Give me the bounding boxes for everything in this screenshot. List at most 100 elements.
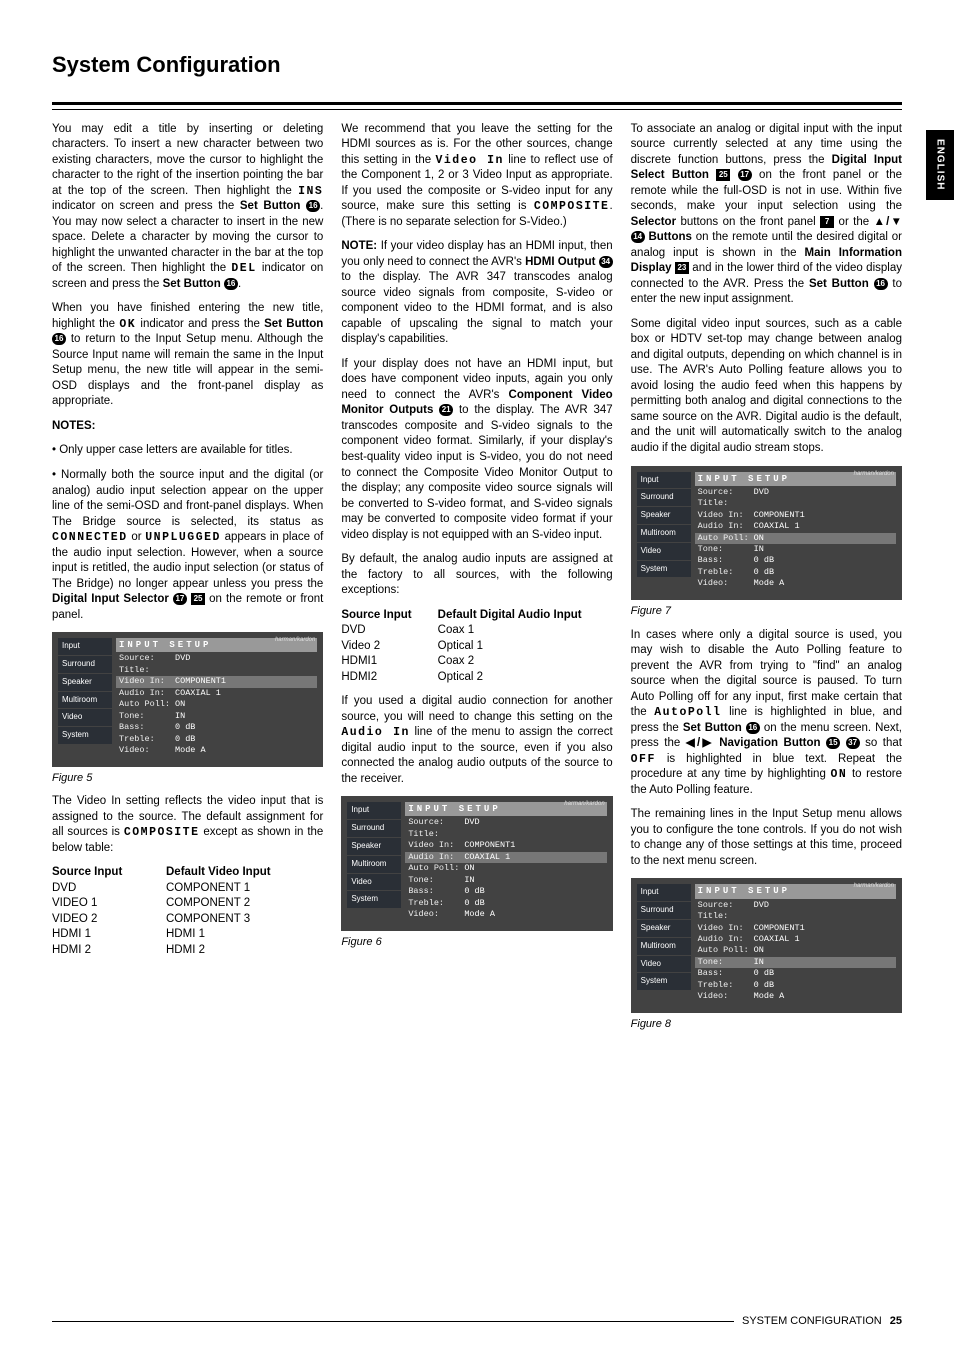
selector-buttons: Selector (631, 216, 676, 228)
osd-menu: InputSurroundSpeakerMultiroomVideoSystem (637, 884, 691, 1002)
osd-row: Auto Poll:ON (405, 863, 606, 874)
ref-16c-icon: 16 (52, 333, 66, 345)
osd-brand: harman/kardon (854, 470, 894, 478)
osd-menu-item: System (637, 973, 691, 990)
ref-16b-icon: 16 (224, 278, 238, 290)
figure-5: InputSurroundSpeakerMultiroomVideoSystem… (52, 632, 323, 766)
osd-row: Auto Poll:ON (695, 945, 896, 956)
nav-up-down-icon: ▲/▼ (874, 216, 902, 228)
c3-p1: To associate an analog or digital input … (631, 122, 902, 308)
osd-row: Title: (695, 498, 896, 509)
osd-menu-item: Video (58, 709, 112, 726)
osd-unplugged: UNPLUGGED (145, 531, 221, 544)
buttons-label: Buttons (648, 231, 691, 243)
osd-autopoll: AutoPoll (654, 706, 721, 719)
osd-row: Source:DVD (695, 487, 896, 498)
figure-7: InputSurroundSpeakerMultiroomVideoSystem… (631, 466, 902, 600)
osd-brand: harman/kardon (854, 882, 894, 890)
c3-p4: The remaining lines in the Input Setup m… (631, 807, 902, 869)
figure-6-caption: Figure 6 (341, 935, 612, 950)
footer-label: SYSTEM CONFIGURATION (742, 1314, 882, 1329)
osd-menu-item: Input (58, 638, 112, 655)
ref-21-icon: 21 (439, 404, 453, 416)
osd-menu-item: System (637, 561, 691, 578)
footer-rule (52, 1321, 734, 1322)
osd-row: Video In:COMPONENT1 (695, 510, 896, 521)
osd-menu-item: Video (637, 956, 691, 973)
hdmi-output: HDMI Output (525, 256, 595, 268)
osd-row: Title: (405, 829, 606, 840)
osd-row: Bass:0 dB (695, 555, 896, 566)
ref-14-icon: 14 (631, 231, 645, 243)
c1-p2: When you have finished entering the new … (52, 301, 323, 410)
ref-16e-icon: 16 (746, 722, 760, 734)
osd-menu-item: Surround (637, 489, 691, 506)
ref-15-icon: 15 (826, 737, 840, 749)
osd-row: Video In:COMPONENT1 (695, 923, 896, 934)
figure-8-caption: Figure 8 (631, 1017, 902, 1032)
osd-menu-item: Input (637, 884, 691, 901)
osd-row: Tone:IN (405, 875, 606, 886)
figure-8: InputSurroundSpeakerMultiroomVideoSystem… (631, 878, 902, 1012)
osd-menu-item: Multiroom (637, 938, 691, 955)
column-1: You may edit a title by inserting or del… (52, 122, 323, 1041)
osd-row: Bass:0 dB (116, 722, 317, 733)
ref-16-icon: 16 (306, 200, 320, 212)
osd-menu-item: Multiroom (637, 525, 691, 542)
ref-17b-icon: 17 (738, 169, 752, 181)
column-2: We recommend that you leave the setting … (341, 122, 612, 1041)
c1-p3: The Video In setting reflects the video … (52, 794, 323, 856)
navigation-button: Navigation Button (719, 737, 820, 749)
osd-row: Treble:0 dB (695, 567, 896, 578)
page: ENGLISH System Configuration You may edi… (0, 0, 954, 1351)
footer-page-number: 25 (890, 1314, 902, 1329)
rule-thick (52, 102, 902, 105)
osd-row: Audio In:COAXIAL 1 (405, 852, 606, 863)
column-3: To associate an analog or digital input … (631, 122, 902, 1041)
osd-menu-item: Surround (637, 902, 691, 919)
ref-23-icon: 23 (675, 262, 689, 274)
osd-menu-item: Surround (347, 820, 401, 837)
columns: You may edit a title by inserting or del… (52, 122, 902, 1041)
osd-row: Source:DVD (116, 653, 317, 664)
osd-menu: InputSurroundSpeakerMultiroomVideoSystem (58, 638, 112, 756)
figure-5-caption: Figure 5 (52, 771, 323, 786)
set-button-ref-2: Set Button (163, 278, 221, 290)
c3-p2: Some digital video input sources, such a… (631, 317, 902, 457)
osd-row: Bass:0 dB (405, 886, 606, 897)
osd-row: Source:DVD (695, 900, 896, 911)
figure-7-caption: Figure 7 (631, 604, 902, 619)
language-tab-label: ENGLISH (933, 139, 947, 190)
ref-7-icon: 7 (820, 216, 834, 228)
ref-25-icon: 25 (191, 593, 205, 605)
osd-menu-item: Multiroom (58, 692, 112, 709)
note-2: • Normally both the source input and the… (52, 468, 323, 623)
osd-brand: harman/kardon (275, 636, 315, 644)
osd-audio-in: Audio In (341, 726, 410, 739)
ref-34-icon: 34 (599, 256, 613, 268)
c2-p4: By default, the analog audio inputs are … (341, 552, 612, 599)
osd-off: OFF (631, 753, 656, 766)
osd-row: Source:DVD (405, 817, 606, 828)
osd-row: Tone:IN (695, 957, 896, 968)
osd-menu-item: Input (347, 802, 401, 819)
c1-p1: You may edit a title by inserting or del… (52, 122, 323, 293)
osd-menu-item: Speaker (637, 507, 691, 524)
osd-row: Bass:0 dB (695, 968, 896, 979)
digital-input-selector: Digital Input Selector (52, 593, 169, 605)
notes-label: NOTES: (52, 419, 323, 435)
ref-17-icon: 17 (173, 593, 187, 605)
c2-p1: We recommend that you leave the setting … (341, 122, 612, 231)
osd-row: Video:Mode A (695, 991, 896, 1002)
set-button-ref-4: Set Button (809, 278, 869, 290)
page-title: System Configuration (52, 50, 902, 80)
osd-row: Video:Mode A (405, 909, 606, 920)
audio-input-table: Source InputDefault Digital Audio InputD… (341, 608, 612, 686)
osd-row: Tone:IN (695, 544, 896, 555)
osd-menu: InputSurroundSpeakerMultiroomVideoSystem (637, 472, 691, 590)
osd-menu-item: Video (637, 543, 691, 560)
osd-ok: OK (119, 318, 136, 331)
rule-thin (52, 109, 902, 110)
video-input-table: Source InputDefault Video InputDVDCOMPON… (52, 865, 323, 958)
osd-connected: CONNECTED (52, 531, 128, 544)
